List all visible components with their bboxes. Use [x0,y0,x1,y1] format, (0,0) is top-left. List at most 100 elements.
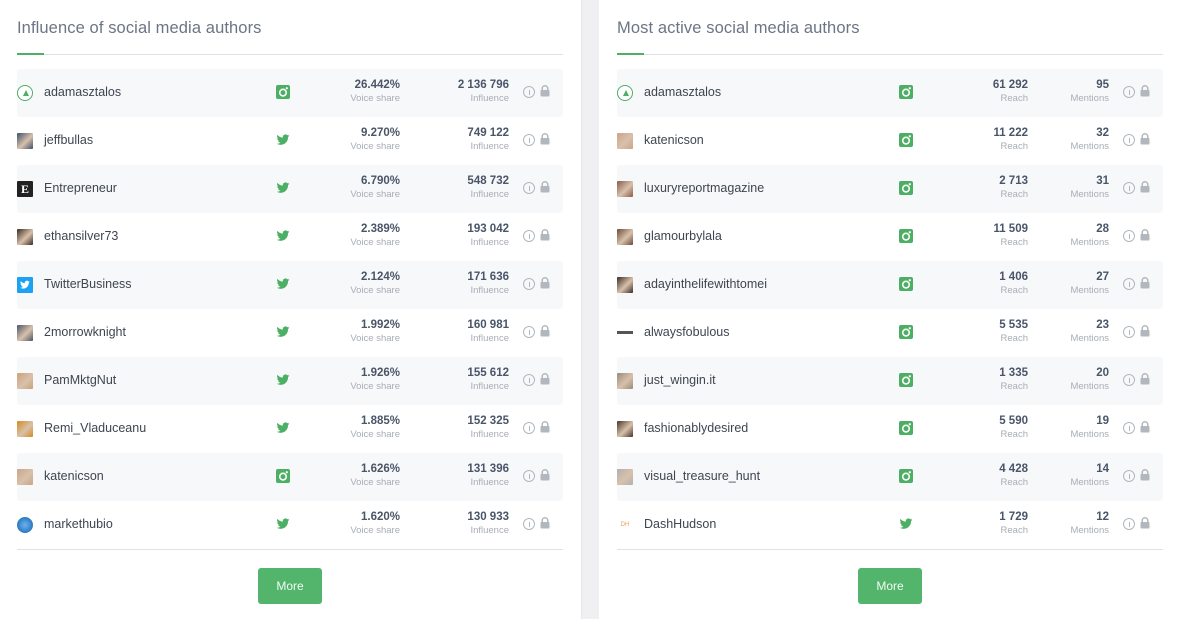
reach-metric: 5 535 Reach [999,318,1028,346]
reach-metric: 2 713 Reach [999,174,1028,202]
lock-icon[interactable] [540,469,550,481]
lock-icon[interactable] [540,277,550,289]
author-row[interactable]: fashionablydesired 5 590 Reach 19 Mentions [617,405,1163,453]
author-row[interactable]: visual_treasure_hunt 4 428 Reach 14 Mentions [617,453,1163,501]
lock-icon[interactable] [1140,133,1150,145]
info-icon[interactable] [523,182,535,194]
influence-metric: 160 981 Influence [467,318,509,346]
lock-icon[interactable] [1140,421,1150,433]
author-row[interactable]: alwaysfobulous 5 535 Reach 23 Mentions [617,309,1163,357]
author-name[interactable]: alwaysfobulous [644,325,729,339]
info-icon[interactable] [1123,422,1135,434]
panel-title: Influence of social media authors [17,19,262,37]
influence-author-list: adamasztalos 26.442% Voice share 2 136 796 I… [17,69,563,549]
mentions-metric: 14 Mentions [1070,462,1109,490]
lock-icon[interactable] [1140,181,1150,193]
author-name[interactable]: PamMktgNut [44,373,116,387]
author-name[interactable]: fashionablydesired [644,421,748,435]
info-icon[interactable] [1123,86,1135,98]
more-button[interactable]: More [858,568,922,604]
info-icon[interactable] [1123,134,1135,146]
lock-icon[interactable] [1140,517,1150,529]
info-icon[interactable] [523,518,535,530]
mentions-metric: 95 Mentions [1070,78,1109,106]
author-name[interactable]: adayinthelifewithtomei [644,277,767,291]
author-row[interactable]: E Entrepreneur 6.790% Voice share 548 732 Inf… [17,165,563,213]
lock-icon[interactable] [540,133,550,145]
info-icon[interactable] [523,134,535,146]
author-name[interactable]: ethansilver73 [44,229,118,243]
influence-label: Influence [470,525,509,536]
author-row[interactable]: adayinthelifewithtomei 1 406 Reach 27 Mentio… [617,261,1163,309]
author-row[interactable]: adamasztalos 61 292 Reach 95 Mentions [617,69,1163,117]
author-name[interactable]: luxuryreportmagazine [644,181,764,195]
lock-icon[interactable] [1140,373,1150,385]
info-icon[interactable] [1123,278,1135,290]
info-icon[interactable] [523,470,535,482]
author-name[interactable]: Remi_Vladuceanu [44,421,146,435]
author-name[interactable]: markethubio [44,517,113,531]
author-name[interactable]: 2morrowknight [44,325,126,339]
info-icon[interactable] [1123,518,1135,530]
author-name[interactable]: DashHudson [644,517,716,531]
author-row[interactable]: markethubio 1.620% Voice share 130 933 Influ… [17,501,563,549]
mentions-value: 14 [1096,463,1109,475]
author-row[interactable]: glamourbylala 11 509 Reach 28 Mentions [617,213,1163,261]
author-name[interactable]: visual_treasure_hunt [644,469,760,483]
mentions-label: Mentions [1070,285,1109,296]
author-row[interactable]: PamMktgNut 1.926% Voice share 155 612 Influe… [17,357,563,405]
info-icon[interactable] [523,422,535,434]
author-name[interactable]: adamasztalos [44,85,121,99]
lock-icon[interactable] [540,373,550,385]
mentions-value: 95 [1096,79,1109,91]
lock-icon[interactable] [1140,229,1150,241]
info-icon[interactable] [523,374,535,386]
info-icon[interactable] [523,86,535,98]
author-row[interactable]: luxuryreportmagazine 2 713 Reach 31 Mentions [617,165,1163,213]
author-row[interactable]: DH DashHudson 1 729 Reach 12 Mentions [617,501,1163,549]
lock-icon[interactable] [1140,469,1150,481]
reach-value: 5 535 [999,319,1028,331]
lock-icon[interactable] [540,325,550,337]
lock-icon[interactable] [1140,325,1150,337]
lock-icon[interactable] [540,181,550,193]
author-row[interactable]: 2morrowknight 1.992% Voice share 160 981 Inf… [17,309,563,357]
info-icon[interactable] [523,326,535,338]
mentions-metric: 27 Mentions [1070,270,1109,298]
info-icon[interactable] [523,230,535,242]
lock-icon[interactable] [1140,85,1150,97]
author-name[interactable]: katenicson [644,133,704,147]
author-name[interactable]: katenicson [44,469,104,483]
author-row[interactable]: katenicson 1.626% Voice share 131 396 Influe… [17,453,563,501]
lock-icon[interactable] [540,421,550,433]
mentions-value: 19 [1096,415,1109,427]
lock-icon[interactable] [540,517,550,529]
author-row[interactable]: just_wingin.it 1 335 Reach 20 Mentions [617,357,1163,405]
info-icon[interactable] [523,278,535,290]
info-icon[interactable] [1123,230,1135,242]
info-icon[interactable] [1123,182,1135,194]
author-row[interactable]: adamasztalos 26.442% Voice share 2 136 796 I… [17,69,563,117]
influence-label: Influence [470,141,509,152]
more-button[interactable]: More [258,568,322,604]
author-name[interactable]: TwitterBusiness [44,277,132,291]
twitter-icon [276,277,290,291]
author-name[interactable]: jeffbullas [44,133,93,147]
author-row[interactable]: Remi_Vladuceanu 1.885% Voice share 152 325 I… [17,405,563,453]
lock-icon[interactable] [540,85,550,97]
author-row[interactable]: ethansilver73 2.389% Voice share 193 042 Inf… [17,213,563,261]
author-name[interactable]: Entrepreneur [44,181,117,195]
author-name[interactable]: adamasztalos [644,85,721,99]
twitter-icon [276,133,290,147]
info-icon[interactable] [1123,470,1135,482]
lock-icon[interactable] [1140,277,1150,289]
author-name[interactable]: just_wingin.it [644,373,716,387]
author-name[interactable]: glamourbylala [644,229,722,243]
author-row[interactable]: jeffbullas 9.270% Voice share 749 122 Influe… [17,117,563,165]
lock-icon[interactable] [540,229,550,241]
info-icon[interactable] [1123,374,1135,386]
author-row[interactable]: katenicson 11 222 Reach 32 Mentions [617,117,1163,165]
info-icon[interactable] [1123,326,1135,338]
author-row[interactable]: TwitterBusiness 2.124% Voice share 171 636 I… [17,261,563,309]
voice-share-value: 1.885% [360,415,400,427]
